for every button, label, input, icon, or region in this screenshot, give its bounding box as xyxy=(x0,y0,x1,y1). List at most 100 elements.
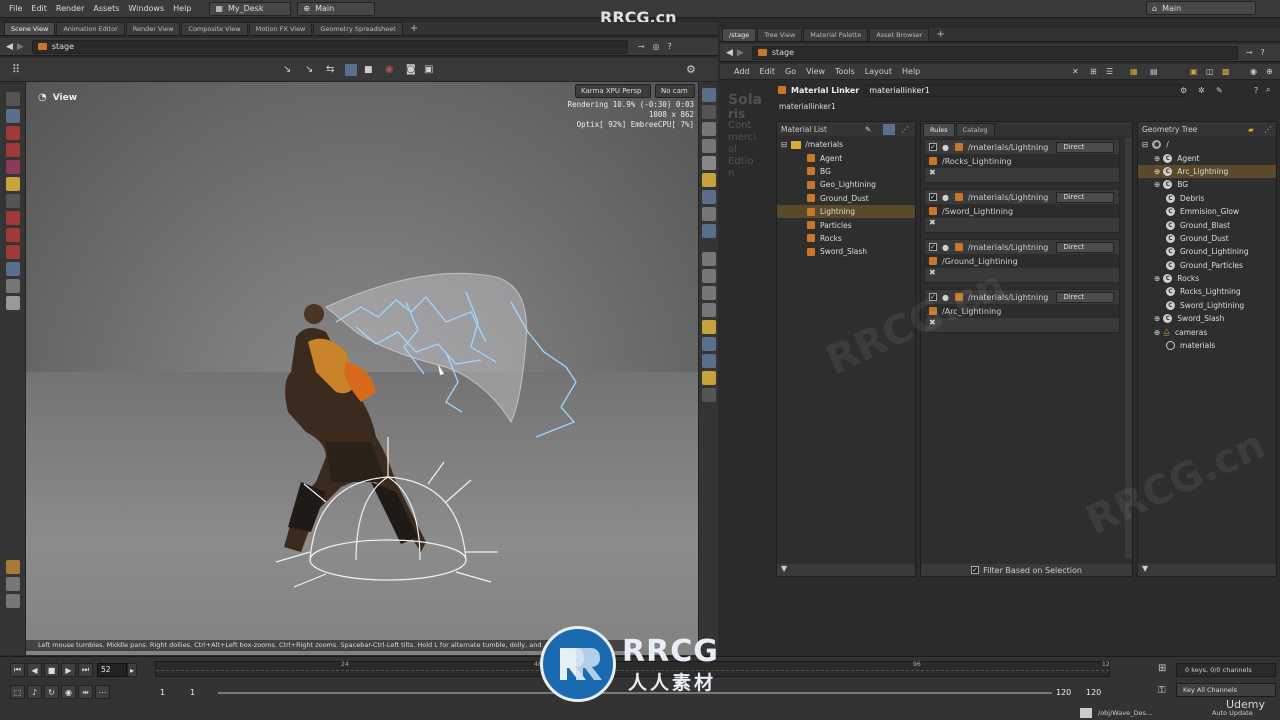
stop-button[interactable]: ■ xyxy=(44,663,59,677)
magnet-tool-icon[interactable] xyxy=(5,245,20,259)
geometry-item[interactable]: ⊕ C Sword_Slash xyxy=(1138,312,1276,325)
rule-mode-select[interactable]: Direct xyxy=(1056,191,1115,203)
menu-edit[interactable]: Edit xyxy=(31,4,47,13)
key-mode-select[interactable]: Key All Channels xyxy=(1176,683,1276,697)
expand-icon[interactable]: ⊕ xyxy=(1154,180,1160,189)
lock-tool-icon[interactable] xyxy=(5,109,20,123)
audio-icon[interactable]: ♪ xyxy=(27,685,42,699)
handle-tool-icon[interactable] xyxy=(5,177,20,191)
tab-catalog[interactable]: Catalog xyxy=(955,123,995,136)
overflow-icon[interactable]: ⊕ xyxy=(1266,67,1273,76)
rule-remove-icon[interactable]: ✖ xyxy=(925,218,1119,227)
right-forward-arrow-icon[interactable]: ▶ xyxy=(737,48,744,58)
add-tab-button[interactable]: + xyxy=(404,22,424,35)
rotate-tool-icon[interactable] xyxy=(5,143,20,157)
parm-settings-icon[interactable]: ✲ xyxy=(1198,86,1205,95)
tab-material-palette[interactable]: Material Palette xyxy=(803,28,869,41)
record-icon[interactable]: ◉ xyxy=(385,64,394,75)
geometry-root-item[interactable]: ⊟ ● / xyxy=(1138,138,1276,151)
range-icon[interactable]: ⇹ xyxy=(78,685,93,699)
display-option-icon-16[interactable] xyxy=(701,354,716,368)
view-tool-icon[interactable] xyxy=(5,262,20,276)
material-item[interactable]: Agent xyxy=(777,151,915,164)
loop-icon[interactable]: ↻ xyxy=(44,685,59,699)
range-start-2[interactable]: 1 xyxy=(190,688,195,697)
rule-visibility-icon[interactable]: ● xyxy=(942,243,949,252)
scale-tool-icon[interactable] xyxy=(5,160,20,174)
expand-icon[interactable]: ⊕ xyxy=(1154,154,1160,163)
material-filter-bar[interactable]: ▼ xyxy=(777,564,915,576)
material-list-view-icon[interactable] xyxy=(883,124,895,135)
display-option-icon-1[interactable] xyxy=(701,88,716,102)
rule-remove-icon[interactable]: ✖ xyxy=(925,318,1119,327)
right-path-field[interactable]: stage xyxy=(751,45,1238,60)
rule-target-row[interactable]: /Sword_Lightining xyxy=(925,204,1119,218)
object-path-label[interactable]: /obj/Wave_Des... xyxy=(1098,709,1152,717)
rule-visibility-icon[interactable]: ● xyxy=(942,293,949,302)
snap-icon-2[interactable]: ↘ xyxy=(305,64,313,75)
display-option-icon-4[interactable] xyxy=(701,139,716,153)
geometry-filter-bar[interactable]: ▼ xyxy=(1138,564,1276,576)
right-context-select[interactable]: ⌂ Main xyxy=(1146,1,1256,15)
play-reverse-button[interactable]: ◀ xyxy=(27,663,42,677)
shelf-tool-icon-a[interactable] xyxy=(5,560,20,574)
range-end[interactable]: 120 xyxy=(1056,688,1071,697)
geometry-item[interactable]: C Ground_Lightining xyxy=(1138,245,1276,258)
list-icon[interactable]: ☰ xyxy=(1106,67,1113,76)
realtime-toggle-icon[interactable]: ⬚ xyxy=(10,685,25,699)
tab-animation-editor[interactable]: Animation Editor xyxy=(56,22,125,35)
camera-icon[interactable]: ◙ xyxy=(406,64,416,75)
move-tool-icon[interactable] xyxy=(5,126,20,140)
range-start[interactable]: 1 xyxy=(160,688,165,697)
right-help-icon[interactable]: ? xyxy=(1261,48,1265,57)
parm-help-icon[interactable]: ? xyxy=(1254,86,1258,95)
tab-geometry-spreadsheet[interactable]: Geometry Spreadsheet xyxy=(313,22,403,35)
net-menu-help[interactable]: Help xyxy=(902,67,920,76)
geometry-item[interactable]: materials xyxy=(1138,339,1276,352)
desktop-select[interactable]: ▦ My_Desk xyxy=(209,1,292,16)
rule-target-row[interactable]: /Ground_Lightining xyxy=(925,254,1119,268)
rule-enable-checkbox[interactable]: ✓ xyxy=(929,243,937,251)
help-icon[interactable]: ? xyxy=(668,42,672,51)
material-item[interactable]: BG xyxy=(777,165,915,178)
net-menu-go[interactable]: Go xyxy=(785,67,796,76)
range-end-2[interactable]: 120 xyxy=(1086,688,1101,697)
material-item[interactable]: Ground_Dust xyxy=(777,192,915,205)
context-select[interactable]: ⊕ Main xyxy=(297,1,376,16)
add-right-tab-button[interactable]: + xyxy=(930,28,950,41)
rule-enable-checkbox[interactable]: ✓ xyxy=(929,193,937,201)
net-menu-layout[interactable]: Layout xyxy=(865,67,892,76)
rule-mode-select[interactable]: Direct xyxy=(1056,291,1115,303)
expand-icon[interactable]: ⊕ xyxy=(1154,167,1160,176)
camera-tool-icon[interactable] xyxy=(5,279,20,293)
geometry-item[interactable]: C Emmision_Glow xyxy=(1138,205,1276,218)
rule-mode-select[interactable]: Direct xyxy=(1056,241,1115,253)
filter-selection-checkbox[interactable]: ✓ xyxy=(971,566,980,574)
geometry-item-selected[interactable]: ⊕ C Arc_Lightning xyxy=(1138,164,1276,179)
expand-icon[interactable]: ⊕ xyxy=(1154,274,1160,283)
display-option-icon-7[interactable] xyxy=(701,190,716,204)
box-icon[interactable]: ▩ xyxy=(1222,67,1230,76)
sync-icon[interactable]: ◉ xyxy=(61,685,76,699)
geometry-item[interactable]: ⊕ C Agent xyxy=(1138,151,1276,164)
snapshot-icon[interactable]: ◉ xyxy=(1250,67,1257,76)
menu-help[interactable]: Help xyxy=(173,4,191,13)
geometry-tree-folder-icon[interactable]: ▰ xyxy=(1248,125,1254,134)
tab-render-view[interactable]: Render View xyxy=(125,22,181,35)
geometry-filter-icon[interactable]: ▼ xyxy=(1142,564,1148,573)
pin-icon[interactable]: ⊸ xyxy=(638,42,645,51)
net-menu-tools[interactable]: Tools xyxy=(835,67,855,76)
display-option-icon-14[interactable] xyxy=(701,320,716,334)
geometry-item[interactable]: C Sword_Lightining xyxy=(1138,299,1276,312)
display-option-icon-6[interactable] xyxy=(701,173,716,187)
rule-enable-checkbox[interactable]: ✓ xyxy=(929,143,937,151)
display-option-icon-10[interactable] xyxy=(701,252,716,266)
select-tool-icon[interactable] xyxy=(5,92,20,106)
material-list-tree-icon[interactable]: ⋰ xyxy=(901,125,909,134)
parm-gear-icon[interactable]: ⚙ xyxy=(1180,86,1187,95)
display-option-icon-17[interactable] xyxy=(701,371,716,385)
snap-square-icon[interactable]: ■ xyxy=(364,65,373,75)
parm-search-icon[interactable]: ⌕ xyxy=(1266,85,1270,95)
net-menu-view[interactable]: View xyxy=(806,67,825,76)
display-option-icon-2[interactable] xyxy=(701,105,716,119)
